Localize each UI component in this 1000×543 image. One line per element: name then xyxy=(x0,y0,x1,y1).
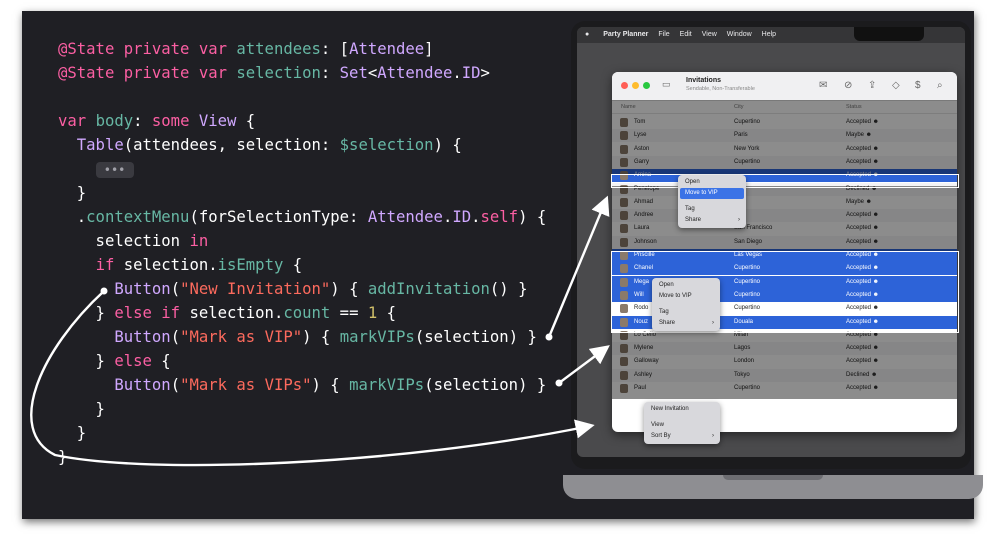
arrow-mark-as-vip xyxy=(545,195,610,341)
camera-notch xyxy=(854,27,924,41)
arrow-mark-as-vips xyxy=(555,345,610,387)
callout-arrows xyxy=(30,195,610,467)
arrow-new-invitation xyxy=(30,287,595,467)
